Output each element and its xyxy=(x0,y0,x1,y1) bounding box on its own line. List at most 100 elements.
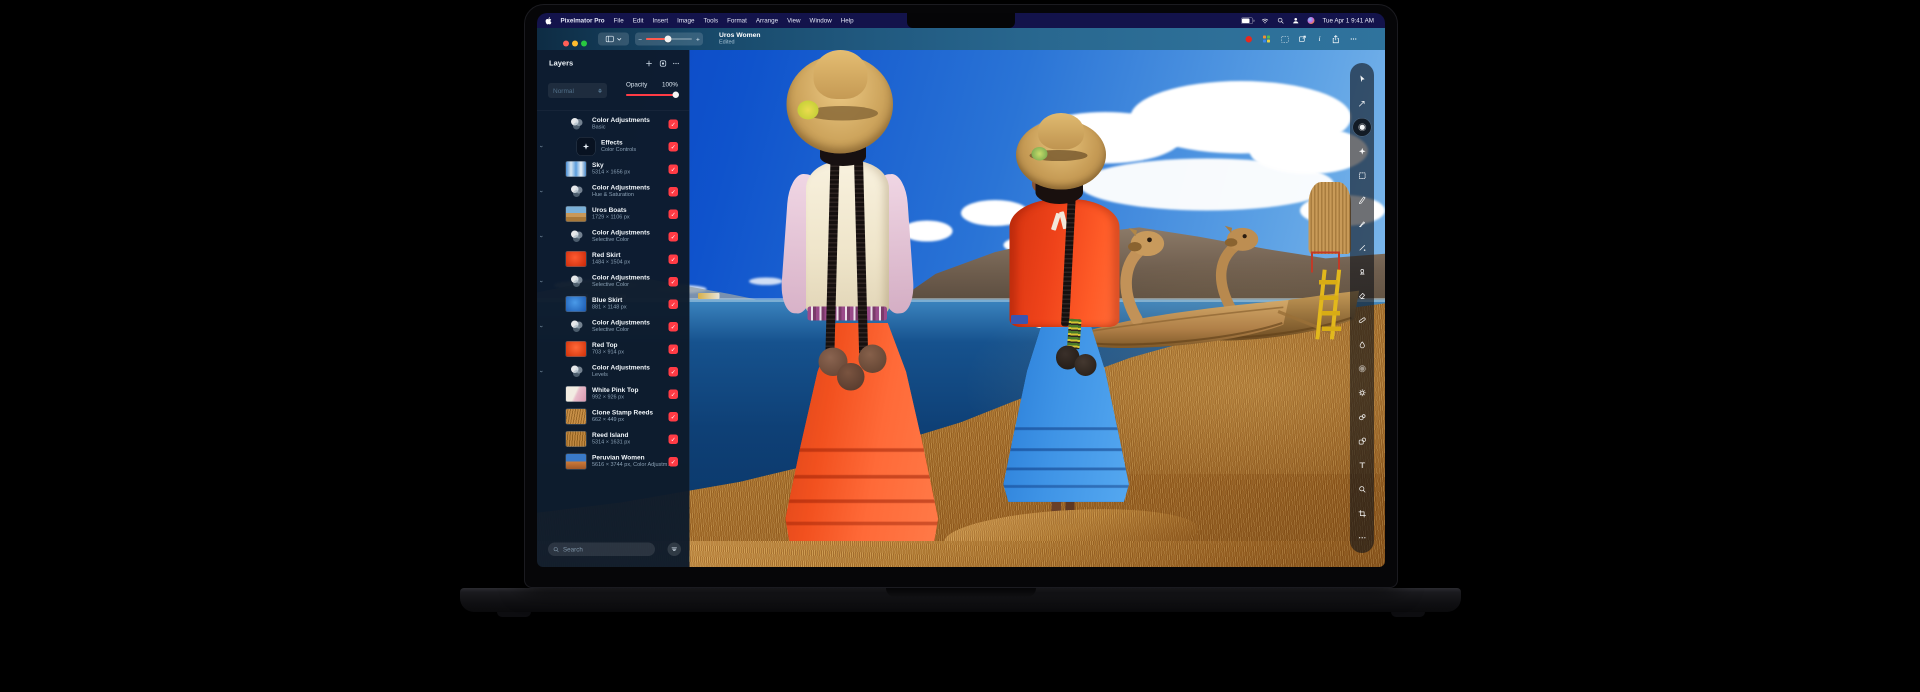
heal-tool-icon[interactable] xyxy=(1353,311,1371,329)
zoom-in-icon[interactable]: + xyxy=(696,35,700,43)
layer-row-blue-skirt[interactable]: Blue Skirt881 × 1148 px✓ xyxy=(537,293,689,316)
clone-tool-icon[interactable] xyxy=(1353,263,1371,281)
layer-visibility-checkbox[interactable]: ✓ xyxy=(669,457,679,467)
paint-tool-icon[interactable] xyxy=(1353,215,1371,233)
color-adjustments-tool-icon[interactable] xyxy=(1353,118,1371,136)
filter-layers-icon[interactable] xyxy=(658,59,668,69)
minimize-button[interactable] xyxy=(572,41,578,47)
layer-visibility-checkbox[interactable]: ✓ xyxy=(669,120,679,130)
layer-row-white-pink-top[interactable]: White Pink Top992 × 926 px✓ xyxy=(537,383,689,406)
zoom-out-icon[interactable]: − xyxy=(638,35,642,43)
layer-row-clone-stamp-reeds[interactable]: Clone Stamp Reeds662 × 449 px✓ xyxy=(537,406,689,429)
layer-visibility-checkbox[interactable]: ✓ xyxy=(669,232,679,242)
fill-tool-icon[interactable] xyxy=(1353,336,1371,354)
layer-row-color-adjustments[interactable]: ›Color AdjustmentsSelective Color✓ xyxy=(537,316,689,339)
shapes-tool-icon[interactable] xyxy=(1353,432,1371,450)
zoom-slider-knob[interactable] xyxy=(665,36,672,43)
soften-tool-icon[interactable] xyxy=(1353,360,1371,378)
smudge-tool-icon[interactable] xyxy=(1353,408,1371,426)
layer-row-red-top[interactable]: Red Top703 × 914 px✓ xyxy=(537,338,689,361)
search-icon[interactable] xyxy=(1277,17,1284,24)
layer-row-color-adjustments[interactable]: ›Color AdjustmentsHue & Saturation✓ xyxy=(537,181,689,204)
layer-visibility-checkbox[interactable]: ✓ xyxy=(669,435,679,445)
line-tool-icon[interactable] xyxy=(1353,239,1371,257)
pen-tool-icon[interactable] xyxy=(1353,191,1371,209)
menu-item-tools[interactable]: Tools xyxy=(703,17,718,24)
layer-row-peruvian-women[interactable]: Peruvian Women5616 × 3744 px, Color Adju… xyxy=(537,451,689,474)
layer-visibility-checkbox[interactable]: ✓ xyxy=(669,300,679,310)
opacity-slider[interactable] xyxy=(626,94,678,96)
layer-row-color-adjustments[interactable]: ›Color AdjustmentsLevels✓ xyxy=(537,361,689,384)
zoom-tool-icon[interactable] xyxy=(1353,481,1371,499)
arrange-tool-icon[interactable] xyxy=(1353,94,1371,112)
layer-visibility-checkbox[interactable]: ✓ xyxy=(669,412,679,422)
battery-icon[interactable] xyxy=(1241,17,1253,24)
edit-export-icon[interactable] xyxy=(1298,35,1307,44)
menu-bar-clock[interactable]: Tue Apr 1 9:41 AM xyxy=(1322,17,1374,24)
eraser-tool-icon[interactable] xyxy=(1353,287,1371,305)
disclosure-chevron-icon[interactable]: › xyxy=(538,371,545,373)
layer-visibility-checkbox[interactable]: ✓ xyxy=(669,187,679,197)
layer-visibility-checkbox[interactable]: ✓ xyxy=(669,255,679,265)
zoom-slider-track[interactable] xyxy=(646,38,692,40)
menu-item-file[interactable]: File xyxy=(614,17,624,24)
layer-visibility-checkbox[interactable]: ✓ xyxy=(669,210,679,220)
menu-item-view[interactable]: View xyxy=(787,17,800,24)
opacity-slider-knob[interactable] xyxy=(673,92,680,99)
siri-icon[interactable] xyxy=(1307,17,1314,24)
color-record-icon[interactable] xyxy=(1244,35,1253,44)
crop-tool-icon[interactable] xyxy=(1353,505,1371,523)
more-tools-icon[interactable] xyxy=(1353,529,1371,547)
layer-row-reed-island[interactable]: Reed Island5314 × 1631 px✓ xyxy=(537,428,689,451)
disclosure-chevron-icon[interactable]: › xyxy=(538,236,545,238)
menu-item-format[interactable]: Format xyxy=(727,17,747,24)
menu-item-insert[interactable]: Insert xyxy=(652,17,668,24)
wifi-icon[interactable] xyxy=(1261,17,1269,24)
zoom-slider[interactable]: − + xyxy=(635,33,703,46)
user-switch-icon[interactable] xyxy=(1292,17,1300,24)
layers-filter-button[interactable] xyxy=(668,543,682,557)
disclosure-chevron-icon[interactable]: › xyxy=(538,326,545,328)
layer-visibility-checkbox[interactable]: ✓ xyxy=(669,390,679,400)
layers-search-field[interactable] xyxy=(548,543,655,557)
disclosure-chevron-icon[interactable]: › xyxy=(538,281,545,283)
layer-row-red-skirt[interactable]: Red Skirt1484 × 1504 px✓ xyxy=(537,248,689,271)
menu-item-app-name[interactable]: Pixelmator Pro xyxy=(561,17,605,24)
lighten-tool-icon[interactable] xyxy=(1353,384,1371,402)
layer-visibility-checkbox[interactable]: ✓ xyxy=(669,367,679,377)
layer-row-color-adjustments[interactable]: ›Color AdjustmentsSelective Color✓ xyxy=(537,271,689,294)
layer-row-color-adjustments[interactable]: Color AdjustmentsBasic✓ xyxy=(537,113,689,136)
cursor-tool-icon[interactable] xyxy=(1353,70,1371,88)
layer-visibility-checkbox[interactable]: ✓ xyxy=(669,345,679,355)
layer-row-sky[interactable]: Sky5314 × 1656 px✓ xyxy=(537,158,689,181)
layer-visibility-checkbox[interactable]: ✓ xyxy=(669,322,679,332)
layers-search-input[interactable] xyxy=(562,545,639,553)
menu-item-edit[interactable]: Edit xyxy=(633,17,644,24)
menu-item-help[interactable]: Help xyxy=(841,17,854,24)
effects-tool-icon[interactable] xyxy=(1353,142,1371,160)
apple-menu[interactable] xyxy=(545,17,552,25)
layer-row-effects[interactable]: ›EffectsColor Controls✓ xyxy=(537,136,689,159)
crop-grid-icon[interactable] xyxy=(1280,35,1289,44)
disclosure-chevron-icon[interactable]: › xyxy=(538,146,545,148)
layer-visibility-checkbox[interactable]: ✓ xyxy=(669,165,679,175)
share-icon[interactable] xyxy=(1331,35,1340,44)
close-button[interactable] xyxy=(563,41,569,47)
add-layer-icon[interactable] xyxy=(644,59,654,69)
info-icon[interactable]: i xyxy=(1315,35,1324,44)
layer-visibility-checkbox[interactable]: ✓ xyxy=(669,142,679,152)
color-grid-icon[interactable] xyxy=(1262,35,1271,44)
marquee-tool-icon[interactable] xyxy=(1353,167,1371,185)
menu-item-image[interactable]: Image xyxy=(677,17,694,24)
disclosure-chevron-icon[interactable]: › xyxy=(538,191,545,193)
fullscreen-button[interactable] xyxy=(581,41,587,47)
blend-mode-select[interactable]: Normal xyxy=(548,83,607,98)
more-icon[interactable] xyxy=(1349,35,1358,44)
layer-visibility-checkbox[interactable]: ✓ xyxy=(669,277,679,287)
sidebar-toggle-button[interactable] xyxy=(598,33,629,46)
menu-item-window[interactable]: Window xyxy=(810,17,832,24)
layer-row-uros-boats[interactable]: Uros Boats1729 × 1106 px✓ xyxy=(537,203,689,226)
layer-row-color-adjustments[interactable]: ›Color AdjustmentsSelective Color✓ xyxy=(537,226,689,249)
type-tool-icon[interactable] xyxy=(1353,456,1371,474)
more-options-icon[interactable] xyxy=(671,59,681,69)
